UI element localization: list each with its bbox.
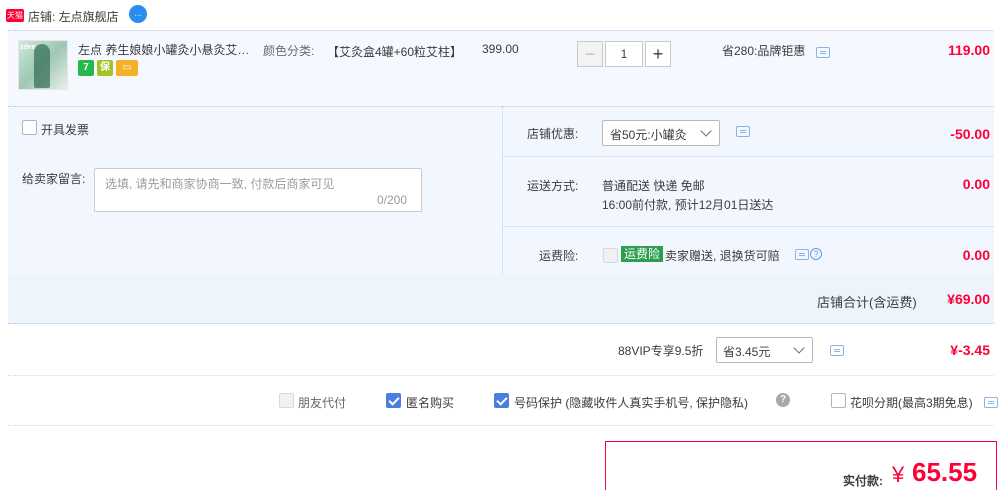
invoice-label[interactable]: 开具发票 bbox=[41, 121, 89, 138]
sku-value: 【艾灸盒4罐+60粒艾柱】 bbox=[327, 45, 463, 59]
chevron-down-icon bbox=[700, 125, 712, 137]
chevron-down-icon bbox=[793, 342, 805, 354]
insurance-badge: 运费险 bbox=[621, 246, 664, 262]
total-payment-label: 实付款: bbox=[843, 474, 883, 488]
number-protect-label[interactable]: 号码保护 (隐藏收件人真实手机号, 保护隐私) bbox=[514, 394, 748, 411]
insurance-description: 卖家赠送, 退换货可赔 bbox=[665, 249, 780, 263]
shipping-eta: 16:00前付款, 预计12月01日送达 bbox=[602, 198, 774, 212]
shop-coupon-select[interactable]: 省50元:小罐灸 bbox=[602, 120, 720, 146]
shipping-label: 运送方式: bbox=[527, 179, 579, 193]
invoice-checkbox[interactable] bbox=[22, 120, 37, 135]
section-divider bbox=[8, 425, 994, 426]
shop-header bbox=[0, 0, 1002, 30]
friend-pay-label[interactable]: 朋友代付 bbox=[298, 394, 346, 411]
shipping-amount: 0.00 bbox=[962, 176, 990, 192]
row-divider bbox=[502, 226, 994, 227]
quantity-input[interactable]: 1 bbox=[605, 41, 643, 67]
product-thumbnail-logo: zdee bbox=[20, 44, 36, 51]
vip-discount-select[interactable]: 省3.45元 bbox=[716, 337, 813, 363]
sku-label: 颜色分类: bbox=[263, 44, 315, 58]
product-thumbnail-figure bbox=[34, 44, 50, 88]
coupon-amount: -50.00 bbox=[950, 126, 990, 142]
number-protect-help-icon[interactable]: ? bbox=[776, 393, 790, 407]
seven-day-return-icon: 7 bbox=[78, 60, 94, 76]
shop-subtotal-amount: ¥69.00 bbox=[947, 291, 990, 307]
number-protect-checkbox[interactable] bbox=[494, 393, 509, 408]
chat-icon[interactable]: … bbox=[129, 5, 147, 23]
shipping-method: 普通配送 快递 免邮 bbox=[602, 179, 705, 193]
huabei-info-icon[interactable] bbox=[984, 397, 998, 408]
discount-note: 省280:品牌钜惠 bbox=[722, 44, 806, 58]
total-payment-amount: 65.55 bbox=[912, 457, 978, 487]
huabei-installment-checkbox[interactable] bbox=[831, 393, 846, 408]
coupon-info-icon[interactable] bbox=[736, 126, 750, 137]
row-divider bbox=[502, 156, 994, 157]
item-price: 119.00 bbox=[947, 42, 990, 58]
shop-coupon-selected: 省50元:小罐灸 bbox=[610, 128, 687, 142]
shop-name[interactable]: 店铺: 左点旗舰店 bbox=[28, 8, 119, 25]
vip-discount-selected: 省3.45元 bbox=[723, 345, 771, 359]
anonymous-purchase-label[interactable]: 匿名购买 bbox=[406, 394, 454, 411]
service-icons: 7 保 ▭ bbox=[78, 60, 138, 77]
insurance-label: 运费险: bbox=[539, 249, 579, 263]
quantity-decrease-button[interactable]: − bbox=[577, 41, 603, 67]
guarantee-icon: 保 bbox=[97, 60, 113, 76]
friend-pay-checkbox[interactable] bbox=[279, 393, 294, 408]
seller-message-count: 0/200 bbox=[377, 193, 408, 207]
total-currency-symbol: ¥ bbox=[892, 462, 905, 487]
tmall-badge: 天猫 bbox=[6, 9, 24, 22]
column-divider bbox=[502, 106, 503, 274]
shop-coupon-label: 店铺优惠: bbox=[527, 127, 579, 141]
product-title[interactable]: 左点 养生娘娘小罐灸小悬灸艾… bbox=[78, 42, 256, 58]
seller-message-placeholder: 选填, 请先和商家协商一致, 付款后商家可见 bbox=[105, 177, 335, 191]
insurance-help-icon[interactable]: ? bbox=[810, 248, 822, 260]
insurance-chat-icon[interactable] bbox=[795, 249, 809, 260]
shop-subtotal-label: 店铺合计(含运费) bbox=[817, 295, 917, 310]
anonymous-purchase-checkbox[interactable] bbox=[386, 393, 401, 408]
section-divider bbox=[8, 375, 994, 376]
quantity-increase-button[interactable]: + bbox=[645, 41, 671, 67]
insurance-checkbox bbox=[603, 248, 618, 263]
huabei-installment-label[interactable]: 花呗分期(最高3期免息) bbox=[850, 394, 973, 411]
unit-price: 399.00 bbox=[482, 42, 519, 56]
card-payment-icon: ▭ bbox=[116, 60, 138, 76]
vip-discount-label: 88VIP专享9.5折 bbox=[618, 344, 704, 358]
vip-discount-amount: ¥-3.45 bbox=[950, 342, 990, 358]
insurance-amount: 0.00 bbox=[962, 247, 990, 263]
seller-message-label: 给卖家留言: bbox=[22, 172, 86, 186]
vip-info-icon[interactable] bbox=[830, 345, 844, 356]
discount-info-icon[interactable] bbox=[816, 47, 830, 58]
